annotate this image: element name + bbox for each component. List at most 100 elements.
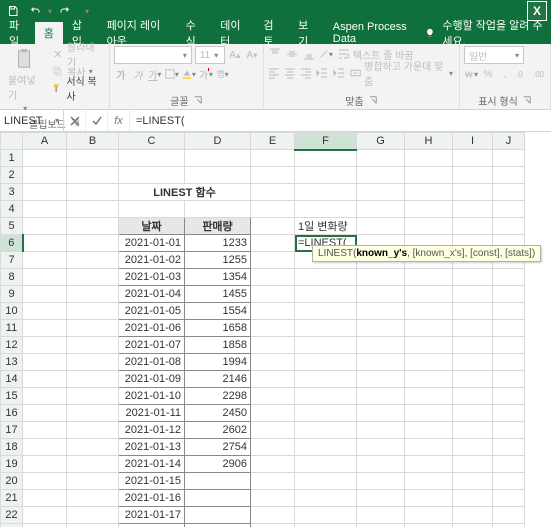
cell-C23[interactable]: 2021-01-18	[119, 524, 185, 527]
cell-C18[interactable]: 2021-01-13	[119, 439, 185, 456]
cell-F22[interactable]	[295, 507, 357, 524]
cell-A7[interactable]	[23, 252, 67, 269]
cell-C15[interactable]: 2021-01-10	[119, 388, 185, 405]
cell-H4[interactable]	[405, 201, 453, 218]
cell-H14[interactable]	[405, 371, 453, 388]
font-launcher[interactable]	[193, 96, 203, 106]
align-right-button[interactable]	[300, 66, 313, 80]
col-header-A[interactable]: A	[23, 133, 67, 150]
cell-I14[interactable]	[453, 371, 493, 388]
tab-file[interactable]: 파일	[0, 22, 35, 44]
cell-G21[interactable]	[357, 490, 405, 507]
cell-H23[interactable]	[405, 524, 453, 527]
cell-I10[interactable]	[453, 303, 493, 320]
cell-F1[interactable]	[295, 150, 357, 167]
cell-J1[interactable]	[493, 150, 525, 167]
cell-G9[interactable]	[357, 286, 405, 303]
cell-C19[interactable]: 2021-01-14	[119, 456, 185, 473]
cell-G11[interactable]	[357, 320, 405, 337]
cell-E5[interactable]	[251, 218, 295, 235]
cell-B10[interactable]	[67, 303, 119, 320]
cell-J9[interactable]	[493, 286, 525, 303]
cell-E13[interactable]	[251, 354, 295, 371]
row-header-10[interactable]: 10	[1, 303, 23, 320]
align-center-button[interactable]	[284, 66, 297, 80]
cell-I17[interactable]	[453, 422, 493, 439]
orientation-button[interactable]: ▾	[319, 47, 333, 61]
cell-D23[interactable]	[185, 524, 251, 527]
cell-D1[interactable]	[185, 150, 251, 167]
cell-G4[interactable]	[357, 201, 405, 218]
cell-H1[interactable]	[405, 150, 453, 167]
cell-D6[interactable]: 1233	[185, 235, 251, 252]
cell-I9[interactable]	[453, 286, 493, 303]
row-header-21[interactable]: 21	[1, 490, 23, 507]
cell-H18[interactable]	[405, 439, 453, 456]
cell-H16[interactable]	[405, 405, 453, 422]
cell-B18[interactable]	[67, 439, 119, 456]
cell-B16[interactable]	[67, 405, 119, 422]
cell-E7[interactable]	[251, 252, 295, 269]
align-left-button[interactable]	[268, 66, 281, 80]
cell-A6[interactable]	[23, 235, 67, 252]
cell-C11[interactable]: 2021-01-06	[119, 320, 185, 337]
cell-E4[interactable]	[251, 201, 295, 218]
cell-D19[interactable]: 2906	[185, 456, 251, 473]
row-header-12[interactable]: 12	[1, 337, 23, 354]
cell-A18[interactable]	[23, 439, 67, 456]
cell-B13[interactable]	[67, 354, 119, 371]
tab-data[interactable]: 데이터	[211, 22, 254, 44]
cell-H10[interactable]	[405, 303, 453, 320]
cell-H13[interactable]	[405, 354, 453, 371]
cell-J8[interactable]	[493, 269, 525, 286]
cell-E19[interactable]	[251, 456, 295, 473]
cell-F5[interactable]: 1일 변화량	[295, 218, 357, 235]
border-button[interactable]: ▾	[165, 67, 179, 81]
align-middle-button[interactable]	[285, 47, 299, 61]
cell-E23[interactable]	[251, 524, 295, 527]
tab-aspen[interactable]: Aspen Process Data	[324, 22, 425, 44]
cell-C16[interactable]: 2021-01-11	[119, 405, 185, 422]
cell-G17[interactable]	[357, 422, 405, 439]
cell-B23[interactable]	[67, 524, 119, 527]
cell-D20[interactable]	[185, 473, 251, 490]
cell-F19[interactable]	[295, 456, 357, 473]
cell-E11[interactable]	[251, 320, 295, 337]
cell-E6[interactable]	[251, 235, 295, 252]
cell-A8[interactable]	[23, 269, 67, 286]
cell-E22[interactable]	[251, 507, 295, 524]
cell-J19[interactable]	[493, 456, 525, 473]
cell-D10[interactable]: 1554	[185, 303, 251, 320]
select-all-corner[interactable]	[1, 133, 23, 150]
cell-C5[interactable]: 날짜	[119, 218, 185, 235]
cell-A11[interactable]	[23, 320, 67, 337]
cell-I18[interactable]	[453, 439, 493, 456]
cell-C22[interactable]: 2021-01-17	[119, 507, 185, 524]
col-header-I[interactable]: I	[453, 133, 493, 150]
row-header-11[interactable]: 11	[1, 320, 23, 337]
formula-input[interactable]: =LINEST(	[130, 110, 551, 131]
cell-I15[interactable]	[453, 388, 493, 405]
col-header-E[interactable]: E	[251, 133, 295, 150]
cell-A1[interactable]	[23, 150, 67, 167]
cell-B12[interactable]	[67, 337, 119, 354]
col-header-C[interactable]: C	[119, 133, 185, 150]
cell-A17[interactable]	[23, 422, 67, 439]
align-bottom-button[interactable]	[302, 47, 316, 61]
row-header-5[interactable]: 5	[1, 218, 23, 235]
cell-E17[interactable]	[251, 422, 295, 439]
insert-function-button[interactable]: fx	[108, 110, 130, 131]
cell-H17[interactable]	[405, 422, 453, 439]
cell-F18[interactable]	[295, 439, 357, 456]
cell-F17[interactable]	[295, 422, 357, 439]
spreadsheet-grid[interactable]: ABCDEFGHIJ123LINEST 함수45날짜판매량1일 변화량62021…	[0, 132, 551, 527]
cell-J21[interactable]	[493, 490, 525, 507]
cell-G14[interactable]	[357, 371, 405, 388]
cell-D9[interactable]: 1455	[185, 286, 251, 303]
merge-button[interactable]: 병합하고 가운데 맞춤 ▾	[348, 65, 455, 81]
decrease-decimal-button[interactable]: .00	[532, 67, 546, 81]
cell-F23[interactable]	[295, 524, 357, 527]
row-header-1[interactable]: 1	[1, 150, 23, 167]
cell-H15[interactable]	[405, 388, 453, 405]
cell-J5[interactable]	[493, 218, 525, 235]
